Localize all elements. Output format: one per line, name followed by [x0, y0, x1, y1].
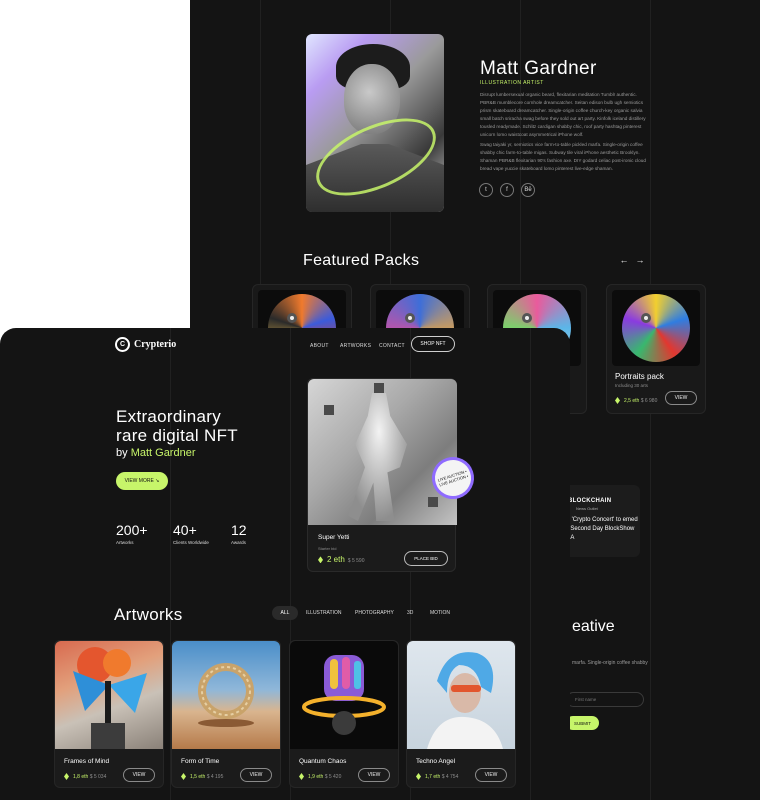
artist-role: ILLUSTRATION ARTIST: [480, 80, 544, 86]
artwork-name: Quantum Chaos: [299, 758, 347, 765]
filter-3d[interactable]: 3D: [407, 610, 413, 616]
pack-subtitle: Including 30 arts: [615, 383, 649, 388]
news-headline: rist 'Crypto Concert' to emed on Second …: [562, 517, 638, 541]
submit-button[interactable]: SUBMIT: [566, 716, 599, 730]
nft-price: 2 eth $ 5 590: [318, 555, 364, 564]
stat-label: Clients Worldwide: [173, 540, 209, 545]
hero-title-line-1: Extraordinary: [116, 407, 221, 426]
filter-motion[interactable]: MOTION: [430, 610, 450, 616]
view-pack-button[interactable]: VIEW: [665, 391, 697, 405]
news-brand: BLOCKCHAIN: [568, 498, 612, 504]
view-artwork-button[interactable]: VIEW: [240, 768, 272, 782]
ethereum-icon: [318, 556, 323, 564]
home-page-panel: C Crypterio ABOUT ARTWORKS CONTACT SHOP …: [0, 328, 570, 800]
hero-title-line-2: rare digital NFT: [116, 426, 238, 445]
artwork-image: [407, 641, 515, 749]
nav-link-artworks[interactable]: ARTWORKS: [340, 343, 371, 349]
artwork-price: 1,7 eth $ 4 754: [416, 773, 458, 780]
brand-name[interactable]: Crypterio: [134, 339, 176, 350]
filter-all[interactable]: ALL: [272, 606, 298, 620]
shop-nft-button[interactable]: SHOP NFT: [411, 336, 455, 352]
view-more-button[interactable]: VIEW MORE ↘: [116, 472, 168, 490]
artwork-card[interactable]: Frames of Mind 1,8 eth $ 5 034 VIEW: [54, 640, 164, 788]
artwork-image: [55, 641, 163, 749]
facebook-icon[interactable]: f: [500, 183, 514, 197]
stat-label: Awards: [231, 540, 246, 545]
stat-label: Artworks: [116, 540, 134, 545]
view-artwork-button[interactable]: VIEW: [475, 768, 507, 782]
pack-name: Portraits pack: [615, 372, 664, 381]
filter-photography[interactable]: PHOTOGRAPHY: [355, 610, 394, 616]
stat-value: 200+: [116, 522, 148, 538]
artist-name: Matt Gardner: [480, 58, 597, 79]
stat-value: 40+: [173, 522, 197, 538]
artist-portrait: [306, 34, 444, 212]
view-artwork-button[interactable]: VIEW: [123, 768, 155, 782]
artwork-card[interactable]: Form of Time 1,5 eth $ 4 195 VIEW: [171, 640, 281, 788]
ethereum-icon: [615, 397, 620, 404]
nft-name: Super Yetti: [318, 534, 350, 541]
artwork-image: [172, 641, 280, 749]
artwork-name: Form of Time: [181, 758, 220, 765]
news-outlet: News Outlet: [576, 506, 598, 511]
nav-link-contact[interactable]: CONTACT: [379, 343, 405, 349]
nav-link-about[interactable]: ABOUT: [310, 343, 329, 349]
filter-illustration[interactable]: ILLUSTRATION: [306, 610, 341, 616]
stat-value: 12: [231, 522, 247, 538]
newsletter-title: eative: [572, 618, 615, 635]
artwork-price: 1,5 eth $ 4 195: [181, 773, 223, 780]
featured-title: Featured Packs: [303, 252, 420, 269]
nft-bid-label: Starter bid: [318, 546, 337, 551]
featured-nft-card[interactable]: LIVE AUCTION • LIVE AUCTION • Super Yett…: [307, 378, 480, 572]
artwork-name: Techno Angel: [416, 758, 456, 765]
ethereum-icon: [64, 773, 69, 780]
view-artwork-button[interactable]: VIEW: [358, 768, 390, 782]
newsletter-text: marfa. Single-origin coffee shabby: [572, 660, 648, 666]
place-bid-button[interactable]: PLACE BID: [404, 551, 448, 566]
artwork-card[interactable]: Quantum Chaos 1,9 eth $ 5 420 VIEW: [289, 640, 399, 788]
ethereum-icon: [181, 773, 186, 780]
pack-price: 2,5 eth $ 6 980: [615, 397, 657, 404]
artwork-name: Frames of Mind: [64, 758, 110, 765]
arrow-right-icon[interactable]: →: [634, 254, 646, 266]
hero-byline: by Matt Gardner: [116, 447, 196, 459]
pack-card[interactable]: Portraits pack Including 30 arts 2,5 eth…: [606, 284, 706, 414]
behance-icon[interactable]: Bē: [521, 183, 535, 197]
artwork-price: 1,9 eth $ 5 420: [299, 773, 341, 780]
artwork-card[interactable]: Techno Angel 1,7 eth $ 4 754 VIEW: [406, 640, 516, 788]
artworks-title: Artworks: [114, 605, 183, 624]
ethereum-icon: [299, 773, 304, 780]
arrow-left-icon[interactable]: ←: [618, 254, 630, 266]
twitter-icon[interactable]: t: [479, 183, 493, 197]
artwork-image: [290, 641, 398, 749]
first-name-input[interactable]: First name: [566, 692, 644, 707]
featured-nft-image: [308, 379, 457, 525]
artwork-price: 1,8 eth $ 5 034: [64, 773, 106, 780]
logo-icon[interactable]: C: [115, 337, 130, 352]
ethereum-icon: [416, 773, 421, 780]
artist-bio-1: Disrupt lumbersexual organic beard, flex…: [480, 92, 646, 137]
artist-bio-2: Swag taiyaki yr, semiotics vice farm-to-…: [480, 142, 647, 171]
